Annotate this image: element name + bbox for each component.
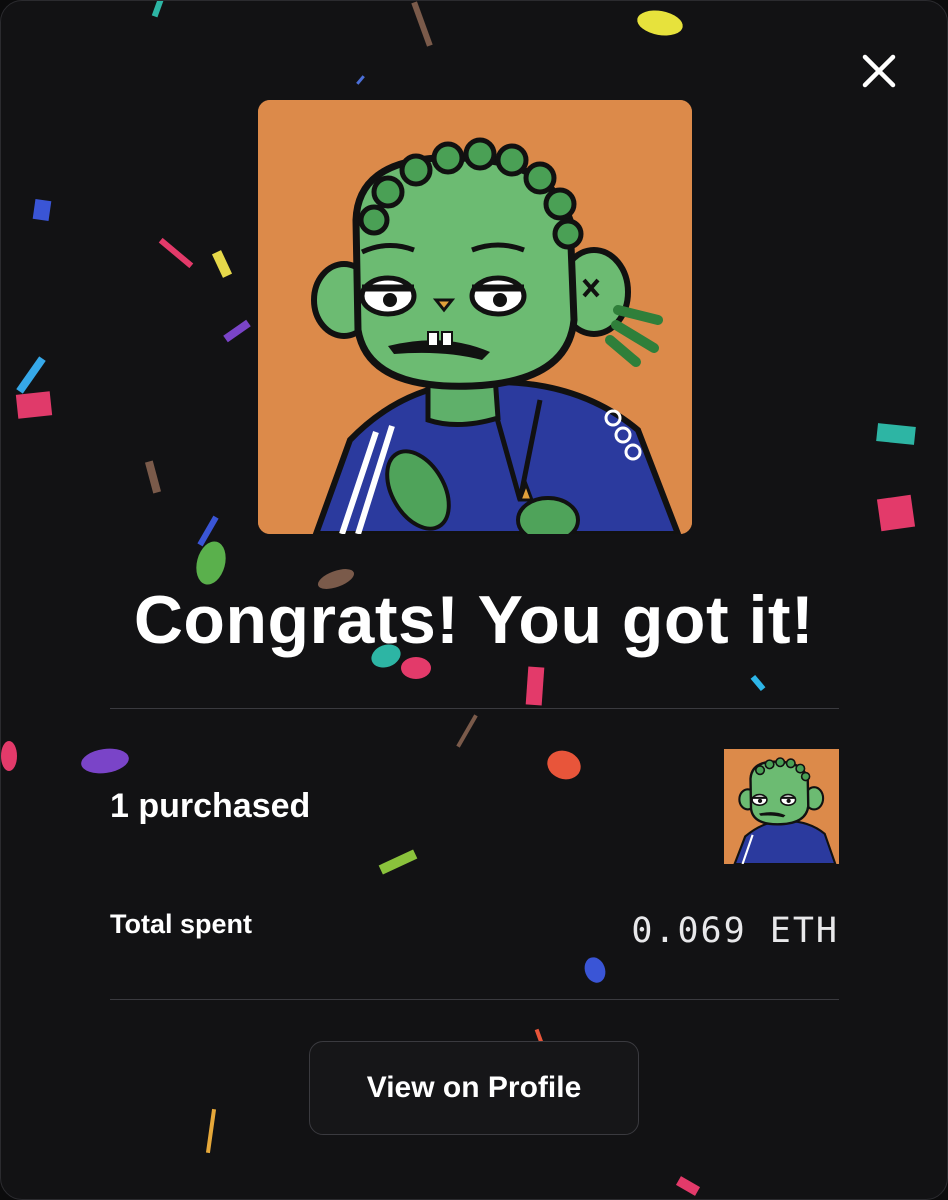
confetti-piece: [635, 7, 685, 39]
view-on-profile-button[interactable]: View on Profile: [309, 1041, 639, 1135]
close-icon: [862, 54, 896, 88]
close-button[interactable]: [855, 47, 903, 95]
divider-top: [110, 708, 839, 709]
confetti-piece: [876, 423, 916, 445]
confetti-piece: [581, 954, 609, 986]
confetti-piece: [205, 1108, 217, 1154]
confetti-piece: [675, 1176, 701, 1196]
nft-character-illustration: [258, 100, 692, 534]
confetti-piece: [543, 746, 585, 784]
confetti-piece: [411, 1, 433, 47]
success-headline: Congrats! You got it!: [133, 582, 815, 658]
confetti-piece: [15, 391, 53, 419]
total-spent-label: Total spent: [110, 909, 253, 939]
confetti-piece: [16, 356, 46, 394]
confetti-piece: [876, 494, 916, 532]
confetti-piece: [356, 75, 365, 85]
confetti-piece: [79, 745, 131, 777]
divider-bottom: [110, 999, 839, 1000]
confetti-piece: [151, 1, 165, 18]
confetti-piece: [211, 250, 233, 278]
confetti-piece: [750, 674, 766, 692]
confetti-piece: [401, 657, 431, 679]
nft-thumbnail-image: [724, 749, 839, 864]
nft-character-image: [258, 100, 692, 534]
confetti-piece: [1, 741, 17, 771]
nft-thumbnail-illustration: [724, 749, 839, 864]
confetti-piece: [525, 666, 545, 706]
total-spent-value: 0.069 ETH: [631, 911, 839, 951]
confetti-piece: [32, 198, 52, 222]
confetti-piece: [144, 460, 162, 494]
confetti-piece: [456, 714, 478, 748]
confetti-piece: [223, 319, 251, 343]
confetti-piece: [158, 237, 194, 269]
confetti-piece: [378, 849, 418, 875]
purchase-success-modal: Congrats! You got it! 1 purchased Total …: [0, 0, 948, 1200]
confetti-piece: [197, 515, 219, 547]
purchased-count: 1 purchased: [110, 787, 311, 825]
